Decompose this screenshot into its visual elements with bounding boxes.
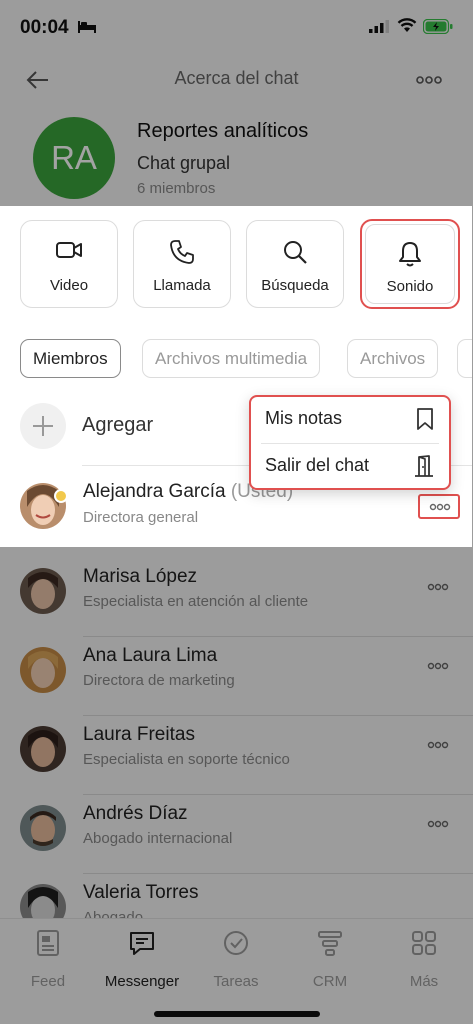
tab-bar: Miembros Archivos multimedia Archivos: [20, 339, 472, 379]
video-button[interactable]: Video: [20, 220, 118, 308]
menu-item-salir-del-chat[interactable]: Salir del chat: [251, 444, 449, 489]
nav-label: CRM: [312, 973, 348, 990]
sound-button[interactable]: Sonido: [360, 219, 460, 309]
page-title: Acerca del chat: [174, 68, 299, 88]
chat-bubble-icon: [130, 932, 154, 955]
action-label: Búsqueda: [261, 277, 329, 294]
nav-crm[interactable]: CRM: [290, 929, 370, 990]
member-name: Ana Laura Lima: [83, 645, 218, 666]
member-more-icon[interactable]: [427, 819, 449, 829]
status-bar: 00:04: [0, 0, 473, 56]
member-role: Abogado internacional: [83, 830, 233, 847]
chat-name: Reportes analíticos: [137, 120, 309, 142]
member-more-icon[interactable]: [427, 740, 449, 750]
plus-icon: [20, 403, 66, 449]
chat-type: Chat grupal: [137, 153, 231, 173]
screen: 00:04 Acerca del chat RA Reportes analít…: [0, 0, 473, 1024]
tab-archivos[interactable]: Archivos: [347, 339, 439, 378]
nav-mas[interactable]: Más: [384, 929, 464, 990]
member-avatar: [20, 726, 66, 772]
search-button[interactable]: Búsqueda: [246, 220, 344, 308]
bottom-nav: Feed Messenger Tareas CRM Más: [0, 918, 473, 1024]
feed-icon: [37, 930, 59, 956]
member-name-text: Alejandra García: [83, 481, 226, 502]
nav-label: Messenger: [104, 973, 180, 990]
member-role: Especialista en soporte técnico: [83, 751, 290, 768]
menu-label: Mis notas: [265, 408, 343, 428]
wifi-icon: [397, 18, 417, 32]
search-icon: [284, 241, 307, 264]
bell-icon: [399, 242, 421, 267]
bookmark-icon: [417, 408, 433, 430]
status-time: 00:04: [20, 17, 69, 38]
member-row[interactable]: Alejandra García (Usted) Directora gener…: [0, 479, 473, 558]
context-menu: Mis notas Salir del chat: [249, 395, 451, 490]
highlight-card: Video Llamada Búsqueda Sonido Miembros A…: [0, 206, 472, 547]
signal-icon: [369, 20, 389, 33]
filter-icon: [318, 931, 342, 956]
member-avatar: [20, 568, 66, 614]
nav-messenger[interactable]: Messenger: [102, 929, 182, 990]
member-role: Especialista en atención al cliente: [83, 593, 309, 610]
member-name: Marisa López: [83, 566, 198, 587]
video-icon: [56, 242, 82, 258]
member-avatar: [20, 647, 66, 693]
member-more-icon[interactable]: [427, 582, 449, 592]
battery-icon: [423, 19, 453, 34]
action-label: Sonido: [386, 278, 434, 295]
home-indicator: [154, 1011, 320, 1017]
check-circle-icon: [224, 931, 248, 955]
member-row[interactable]: Laura Freitas Especialista en soporte té…: [0, 716, 473, 795]
nav-label: Tareas: [213, 973, 259, 990]
member-avatar: [20, 805, 66, 851]
top-bar: Acerca del chat: [0, 58, 473, 102]
exit-door-icon: [415, 455, 433, 477]
member-role: Directora de marketing: [83, 672, 235, 689]
member-name: Laura Freitas: [83, 724, 195, 745]
crown-badge-icon: [54, 489, 68, 503]
nav-feed[interactable]: Feed: [8, 929, 88, 990]
action-label: Video: [49, 277, 89, 294]
member-row[interactable]: Ana Laura Lima Directora de marketing: [0, 637, 473, 716]
member-more-button[interactable]: [418, 494, 460, 519]
more-options-icon[interactable]: [415, 70, 443, 90]
call-button[interactable]: Llamada: [133, 220, 231, 308]
chat-info: RA Reportes analíticos Chat grupal 6 mie…: [0, 110, 473, 205]
add-label: Agregar: [82, 414, 154, 436]
nav-label: Feed: [30, 973, 66, 990]
phone-icon: [170, 240, 194, 264]
sleep-mode-icon: [78, 21, 96, 33]
member-row[interactable]: Marisa López Especialista en atención al…: [0, 558, 473, 637]
action-label: Llamada: [153, 277, 211, 294]
nav-tareas[interactable]: Tareas: [196, 929, 276, 990]
member-role: Directora general: [83, 509, 199, 526]
member-name: Valeria Torres: [83, 882, 199, 903]
tab-miembros[interactable]: Miembros: [20, 339, 121, 378]
member-count: 6 miembros: [137, 180, 216, 197]
menu-label: Salir del chat: [265, 455, 370, 475]
member-more-icon[interactable]: [427, 661, 449, 671]
chat-avatar: RA: [33, 117, 115, 199]
tab-more[interactable]: [457, 339, 472, 378]
member-more-icon: [429, 503, 451, 511]
member-name: Andrés Díaz: [83, 803, 188, 824]
member-row[interactable]: Andrés Díaz Abogado internacional: [0, 795, 473, 874]
nav-label: Más: [409, 973, 439, 990]
menu-item-mis-notas[interactable]: Mis notas: [251, 397, 449, 442]
grid-icon: [412, 931, 436, 955]
tab-archivos-multimedia[interactable]: Archivos multimedia: [142, 339, 321, 378]
